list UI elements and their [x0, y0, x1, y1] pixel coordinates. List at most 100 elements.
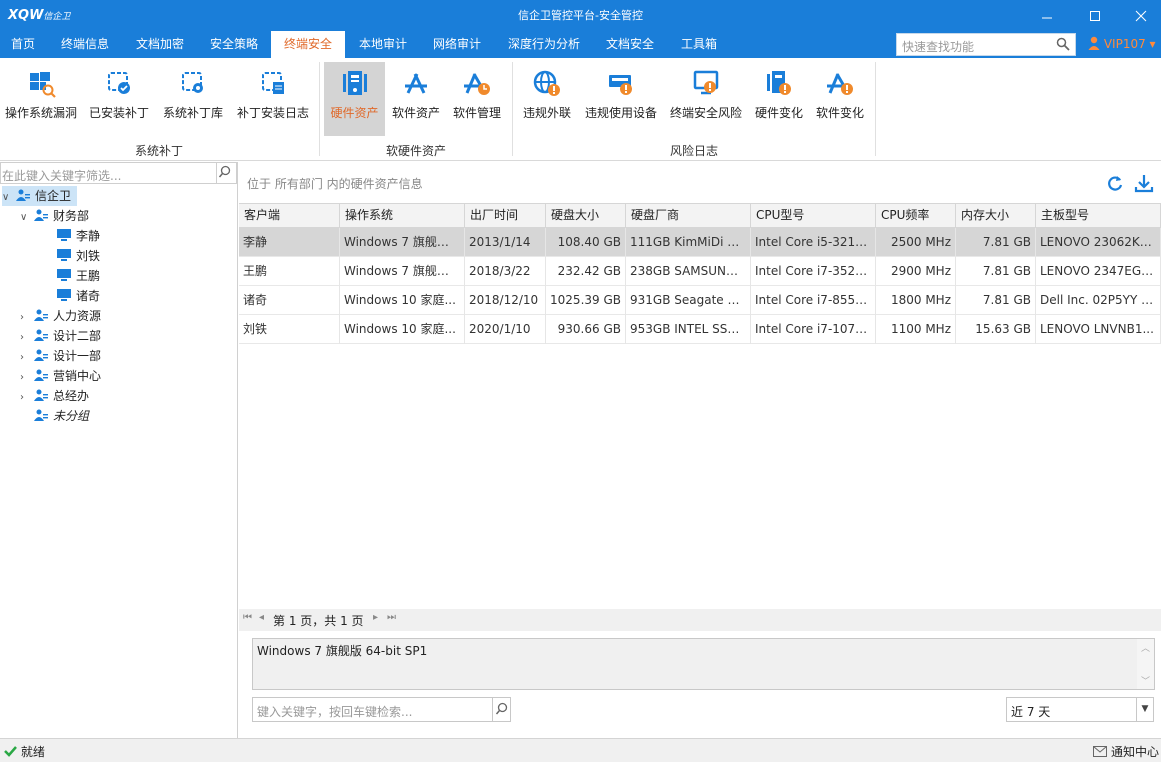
table-cell: Windows 7 旗舰版...	[340, 228, 465, 257]
date-range-select[interactable]: 近 7 天 ▼	[1006, 697, 1154, 722]
monitor-warning-icon	[693, 70, 719, 95]
tree-node-finance[interactable]: ∨ 财务部	[20, 206, 89, 226]
table-cell: 2020/1/10	[465, 315, 546, 344]
group-icon	[34, 389, 48, 401]
maximize-icon[interactable]	[1072, 0, 1118, 31]
column-header[interactable]: 出厂时间	[465, 204, 546, 227]
tree-node-gm-office[interactable]: › 总经办	[20, 386, 89, 406]
tab-doc-encrypt[interactable]: 文档加密	[125, 31, 195, 58]
tab-behavior-analysis[interactable]: 深度行为分析	[499, 31, 589, 58]
tab-terminal-info[interactable]: 终端信息	[50, 31, 120, 58]
table-cell: 7.81 GB	[956, 257, 1036, 286]
tree-node-member[interactable]: 王鹏	[57, 266, 100, 286]
user-menu[interactable]: VIP107 ▾	[1088, 36, 1156, 51]
tree-node-member[interactable]: 刘铁	[57, 246, 100, 266]
tab-home[interactable]: 首页	[0, 31, 46, 58]
table-cell: 238GB SAMSUNG...	[626, 257, 751, 286]
group-icon	[34, 369, 48, 381]
hardware-icon	[342, 71, 367, 95]
table-cell: Windows 10 家庭...	[340, 286, 465, 315]
minimize-icon[interactable]	[1024, 0, 1070, 31]
search-icon[interactable]	[216, 163, 236, 183]
installed-patches-button[interactable]: 已安装补丁	[84, 62, 154, 136]
chevron-right-icon[interactable]: ›	[20, 368, 34, 388]
tab-terminal-security[interactable]: 终端安全	[271, 31, 345, 58]
terminal-risk-button[interactable]: 终端安全风险	[666, 62, 746, 136]
column-header[interactable]: 客户端	[239, 204, 340, 227]
group-icon	[34, 209, 48, 221]
column-header[interactable]: CPU型号	[751, 204, 876, 227]
table-cell: Intel Core i5-3210...	[751, 228, 876, 257]
close-icon[interactable]	[1118, 0, 1161, 31]
table-row[interactable]: 诸奇 Windows 10 家庭... 2018/12/10 1025.39 GB 93…	[239, 286, 1161, 315]
os-vulnerability-button[interactable]: 操作系统漏洞	[2, 62, 80, 136]
tree-node-design2[interactable]: › 设计二部	[20, 326, 101, 346]
prev-page-icon[interactable]: ◂	[259, 612, 264, 623]
table-cell: 7.81 GB	[956, 286, 1036, 315]
quick-search-input[interactable]: 快速查找功能	[896, 33, 1076, 56]
tree-node-root[interactable]: ∨ 信企卫	[2, 186, 78, 208]
column-header[interactable]: 操作系统	[340, 204, 465, 227]
tab-local-audit[interactable]: 本地审计	[348, 31, 418, 58]
patch-install-log-button[interactable]: 补丁安装日志	[233, 62, 313, 136]
last-page-icon[interactable]: ⏭	[387, 612, 396, 623]
illegal-device-button[interactable]: 违规使用设备	[580, 62, 662, 136]
table-cell: Intel Core i7-3520...	[751, 257, 876, 286]
column-header[interactable]: 主板型号	[1036, 204, 1161, 227]
tree-filter-input[interactable]: 在此键入关键字筛选...	[0, 162, 237, 184]
patch-library-button[interactable]: 系统补丁库	[158, 62, 228, 136]
software-change-button[interactable]: 软件变化	[812, 62, 868, 136]
table-cell: LENOVO 23062K9 ...	[1036, 228, 1161, 257]
keyword-search-input[interactable]: 键入关键字，按回车键检索...	[252, 697, 511, 722]
first-page-icon[interactable]: ⏮	[243, 612, 252, 623]
chevron-down-icon[interactable]: ▼	[1136, 698, 1153, 721]
chevron-right-icon[interactable]: ›	[20, 348, 34, 368]
scrollbar[interactable]: ︿ ﹀	[1137, 639, 1154, 689]
search-icon[interactable]	[1056, 37, 1070, 54]
column-header[interactable]: CPU频率	[876, 204, 956, 227]
hardware-assets-button[interactable]: 硬件资产	[324, 62, 385, 136]
group-label-assets: 软硬件资产	[385, 144, 446, 158]
tree-node-ungrouped[interactable]: 未分组	[34, 406, 89, 426]
computer-icon	[57, 229, 71, 241]
tab-toolbox[interactable]: 工具箱	[669, 31, 729, 58]
table-row[interactable]: 刘铁 Windows 10 家庭... 2020/1/10 930.66 GB 953G…	[239, 315, 1161, 344]
hardware-change-button[interactable]: 硬件变化	[751, 62, 807, 136]
mail-icon	[1093, 746, 1108, 757]
tree-node-hr[interactable]: › 人力资源	[20, 306, 101, 326]
table-cell: 1100 MHz	[876, 315, 956, 344]
tree-node-member[interactable]: 李静	[57, 226, 100, 246]
department-tree-panel: 在此键入关键字筛选... ∨ 信企卫 ∨ 财务部 李静 刘铁 王鹏 诸奇 › 人力资源…	[0, 162, 238, 738]
software-assets-button[interactable]: 软件资产	[388, 62, 444, 136]
chevron-down-icon[interactable]: ∨	[2, 188, 16, 208]
tab-doc-security[interactable]: 文档安全	[595, 31, 665, 58]
notification-center[interactable]: 通知中心	[1093, 743, 1159, 760]
search-icon[interactable]	[492, 698, 510, 721]
column-header[interactable]: 内存大小	[956, 204, 1036, 227]
table-cell: 930.66 GB	[546, 315, 626, 344]
table-cell: 2900 MHz	[876, 257, 956, 286]
column-header[interactable]: 硬盘大小	[546, 204, 626, 227]
table-row[interactable]: 王鹏 Windows 7 旗舰版... 2018/3/22 232.42 GB 238G…	[239, 257, 1161, 286]
tree-node-design1[interactable]: › 设计一部	[20, 346, 101, 366]
chevron-right-icon[interactable]: ›	[20, 388, 34, 408]
download-icon[interactable]	[1134, 173, 1154, 196]
table-cell: 232.42 GB	[546, 257, 626, 286]
software-management-button[interactable]: 软件管理	[449, 62, 505, 136]
illegal-outreach-button[interactable]: 违规外联	[518, 62, 576, 136]
chevron-down-icon[interactable]: ∨	[20, 208, 34, 228]
table-cell: 李静	[239, 228, 340, 257]
detail-textarea[interactable]: Windows 7 旗舰版 64-bit SP1 ︿ ﹀	[252, 638, 1155, 690]
table-row[interactable]: 李静 Windows 7 旗舰版... 2013/1/14 108.40 GB 111G…	[239, 228, 1161, 257]
table-cell: 1025.39 GB	[546, 286, 626, 315]
tab-security-policy[interactable]: 安全策略	[199, 31, 269, 58]
chevron-right-icon[interactable]: ›	[20, 308, 34, 328]
table-cell: 953GB INTEL SSD...	[626, 315, 751, 344]
tree-node-member[interactable]: 诸奇	[57, 286, 100, 306]
tree-node-marketing[interactable]: › 营销中心	[20, 366, 101, 386]
tab-network-audit[interactable]: 网络审计	[422, 31, 492, 58]
column-header[interactable]: 硬盘厂商	[626, 204, 751, 227]
refresh-icon[interactable]	[1106, 174, 1124, 195]
next-page-icon[interactable]: ▸	[373, 612, 378, 623]
chevron-right-icon[interactable]: ›	[20, 328, 34, 348]
